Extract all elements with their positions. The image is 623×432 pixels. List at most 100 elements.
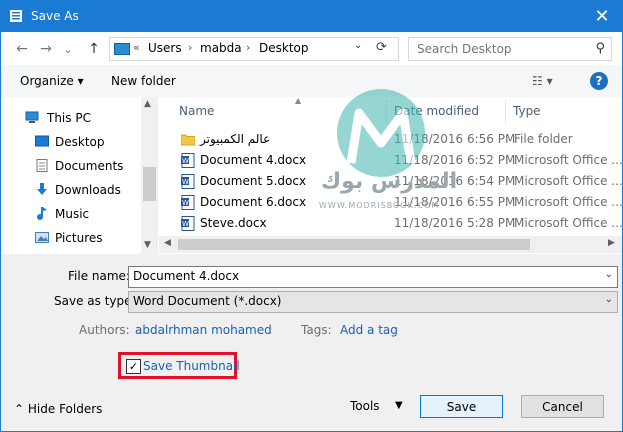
save-type-value: Word Document (*.docx) [133, 294, 282, 308]
recent-locations-button[interactable]: ⌄ [59, 40, 77, 58]
search-box[interactable]: ⚲ [408, 37, 612, 61]
tags-field[interactable]: Add a tag [340, 323, 398, 337]
computer-icon [114, 43, 130, 55]
file-date: 11/18/2016 6:52 PM [394, 153, 516, 167]
view-options-icon[interactable]: ☷ ▾ [532, 74, 553, 88]
window-title: Save As [31, 9, 79, 23]
sidebar-item-downloads[interactable]: Downloads [1, 179, 141, 201]
word-app-icon [10, 10, 22, 22]
up-arrow-icon: ↑ [88, 41, 100, 57]
command-bar: Organize ▾ New folder ☷ ▾ ? [1, 65, 622, 98]
save-button[interactable]: Save [420, 395, 503, 418]
forward-button[interactable]: → [37, 40, 55, 58]
file-name: Steve.docx [200, 216, 267, 230]
word-doc-icon: W [181, 195, 195, 210]
sidebar-item-label: Desktop [55, 135, 105, 149]
sidebar-item-desktop[interactable]: Desktop [1, 131, 141, 153]
column-header-date[interactable]: Date modified [394, 104, 479, 118]
navigation-scrollbar[interactable]: ▲ ▼ [141, 97, 158, 254]
file-date: 11/18/2016 6:56 PM [394, 132, 516, 146]
breadcrumb-desktop[interactable]: Desktop [259, 41, 309, 55]
close-button[interactable]: ✕ [582, 1, 622, 32]
svg-text:W: W [182, 178, 189, 186]
cancel-button[interactable]: Cancel [521, 395, 604, 418]
column-header-type[interactable]: Type [513, 104, 541, 118]
save-type-select[interactable]: Word Document (*.docx) ⌄ [128, 291, 618, 313]
new-folder-button[interactable]: New folder [111, 74, 176, 88]
hide-folders-button[interactable]: ⌃ Hide Folders [14, 402, 102, 416]
organize-button[interactable]: Organize ▾ [20, 74, 84, 88]
downloads-icon [37, 183, 47, 195]
sidebar-item-label: Documents [55, 159, 124, 173]
file-name: Document 4.docx [200, 153, 307, 167]
scrollbar-thumb[interactable] [143, 167, 156, 201]
file-type: Microsoft Office ... [514, 153, 623, 167]
svg-text:W: W [182, 157, 189, 165]
watermark-url: WWW.MODRISBOOK.COM [319, 201, 440, 210]
chevron-up-icon: ⌃ [14, 402, 25, 416]
search-icon[interactable]: ⚲ [595, 41, 605, 56]
breadcrumb-mabda[interactable]: mabda [200, 41, 242, 55]
sidebar-item-pictures[interactable]: Pictures [1, 227, 141, 249]
close-icon: ✕ [594, 6, 610, 27]
file-type: Microsoft Office ... [514, 174, 623, 188]
column-divider[interactable] [505, 100, 506, 124]
word-doc-icon: W [181, 174, 195, 189]
sidebar-item-label: Pictures [55, 231, 103, 245]
forward-arrow-icon: → [40, 41, 52, 57]
file-type: Microsoft Office ... [514, 195, 623, 209]
word-doc-icon: W [181, 153, 195, 168]
sidebar-item-documents[interactable]: Documents [1, 155, 141, 177]
file-name-label: File name: [68, 269, 130, 283]
breadcrumb-users[interactable]: Users [148, 41, 182, 55]
save-thumbnail-label[interactable]: Save Thumbnail [143, 359, 240, 373]
file-type: File folder [514, 132, 573, 146]
file-name: Document 6.docx [200, 195, 307, 209]
file-type: Microsoft Office ... [514, 216, 623, 230]
address-bar[interactable]: « Users › mabda › Desktop ⌄ ⟳ [109, 37, 399, 61]
table-row[interactable]: W Steve.docx 11/18/2016 5:28 PM Microsof… [179, 213, 622, 234]
authors-field[interactable]: abdalrhman mohamed [135, 323, 272, 337]
help-icon[interactable]: ? [590, 72, 608, 90]
save-thumbnail-checkbox[interactable]: ✓ [126, 359, 141, 374]
overflow-crumb[interactable]: « [133, 41, 140, 54]
table-row[interactable]: W Document 4.docx 11/18/2016 6:52 PM Mic… [179, 150, 622, 171]
horizontal-scrollbar[interactable]: ◀ ▶ [159, 236, 622, 253]
watermark-text: المدرس بوك [321, 169, 458, 194]
column-divider[interactable] [386, 100, 387, 124]
scroll-down-icon[interactable]: ▼ [144, 240, 151, 250]
file-name: Document 5.docx [200, 174, 307, 188]
search-input[interactable] [415, 40, 589, 58]
tools-button[interactable]: Tools [350, 399, 380, 413]
file-name-value[interactable]: Document 4.docx [133, 269, 239, 283]
sidebar-item-label: Music [55, 207, 90, 221]
sidebar-item-music[interactable]: Music [1, 203, 141, 225]
breadcrumb-separator: › [246, 41, 251, 54]
chevron-down-icon: ⌄ [63, 42, 73, 56]
computer-icon [25, 111, 39, 123]
address-dropdown-icon[interactable]: ⌄ [354, 40, 362, 51]
file-name-field[interactable]: Document 4.docx ⌄ [128, 266, 618, 288]
up-button[interactable]: ↑ [85, 40, 103, 58]
address-row: ← → ⌄ ↑ « Users › mabda › Desktop ⌄ ⟳ ⚲ [1, 32, 622, 65]
column-header-name[interactable]: Name [179, 104, 214, 118]
tools-dropdown-icon[interactable]: ▼ [395, 400, 403, 411]
back-button[interactable]: ← [13, 40, 31, 58]
sidebar-item-label: This PC [47, 111, 91, 125]
scroll-left-icon[interactable]: ◀ [164, 238, 171, 248]
folder-icon [181, 134, 195, 146]
scroll-right-icon[interactable]: ▶ [608, 238, 615, 248]
breadcrumb-separator: › [188, 41, 193, 54]
refresh-icon[interactable]: ⟳ [376, 40, 387, 55]
scroll-up-icon[interactable]: ▲ [144, 99, 151, 109]
hide-folders-label: Hide Folders [27, 402, 103, 416]
documents-icon [36, 159, 48, 172]
scrollbar-thumb[interactable] [178, 239, 530, 250]
tags-label: Tags: [301, 323, 332, 337]
chevron-down-icon[interactable]: ⌄ [605, 294, 613, 305]
sidebar-item-label: Downloads [55, 183, 121, 197]
chevron-down-icon[interactable]: ⌄ [605, 269, 613, 280]
table-row[interactable]: عالم الكمبيوتر 11/18/2016 6:56 PM File f… [179, 129, 619, 150]
sidebar-item-this-pc[interactable]: This PC [1, 107, 141, 129]
save-as-dialog: Save As ✕ ← → ⌄ ↑ « Users › mabda › Desk… [0, 0, 623, 432]
